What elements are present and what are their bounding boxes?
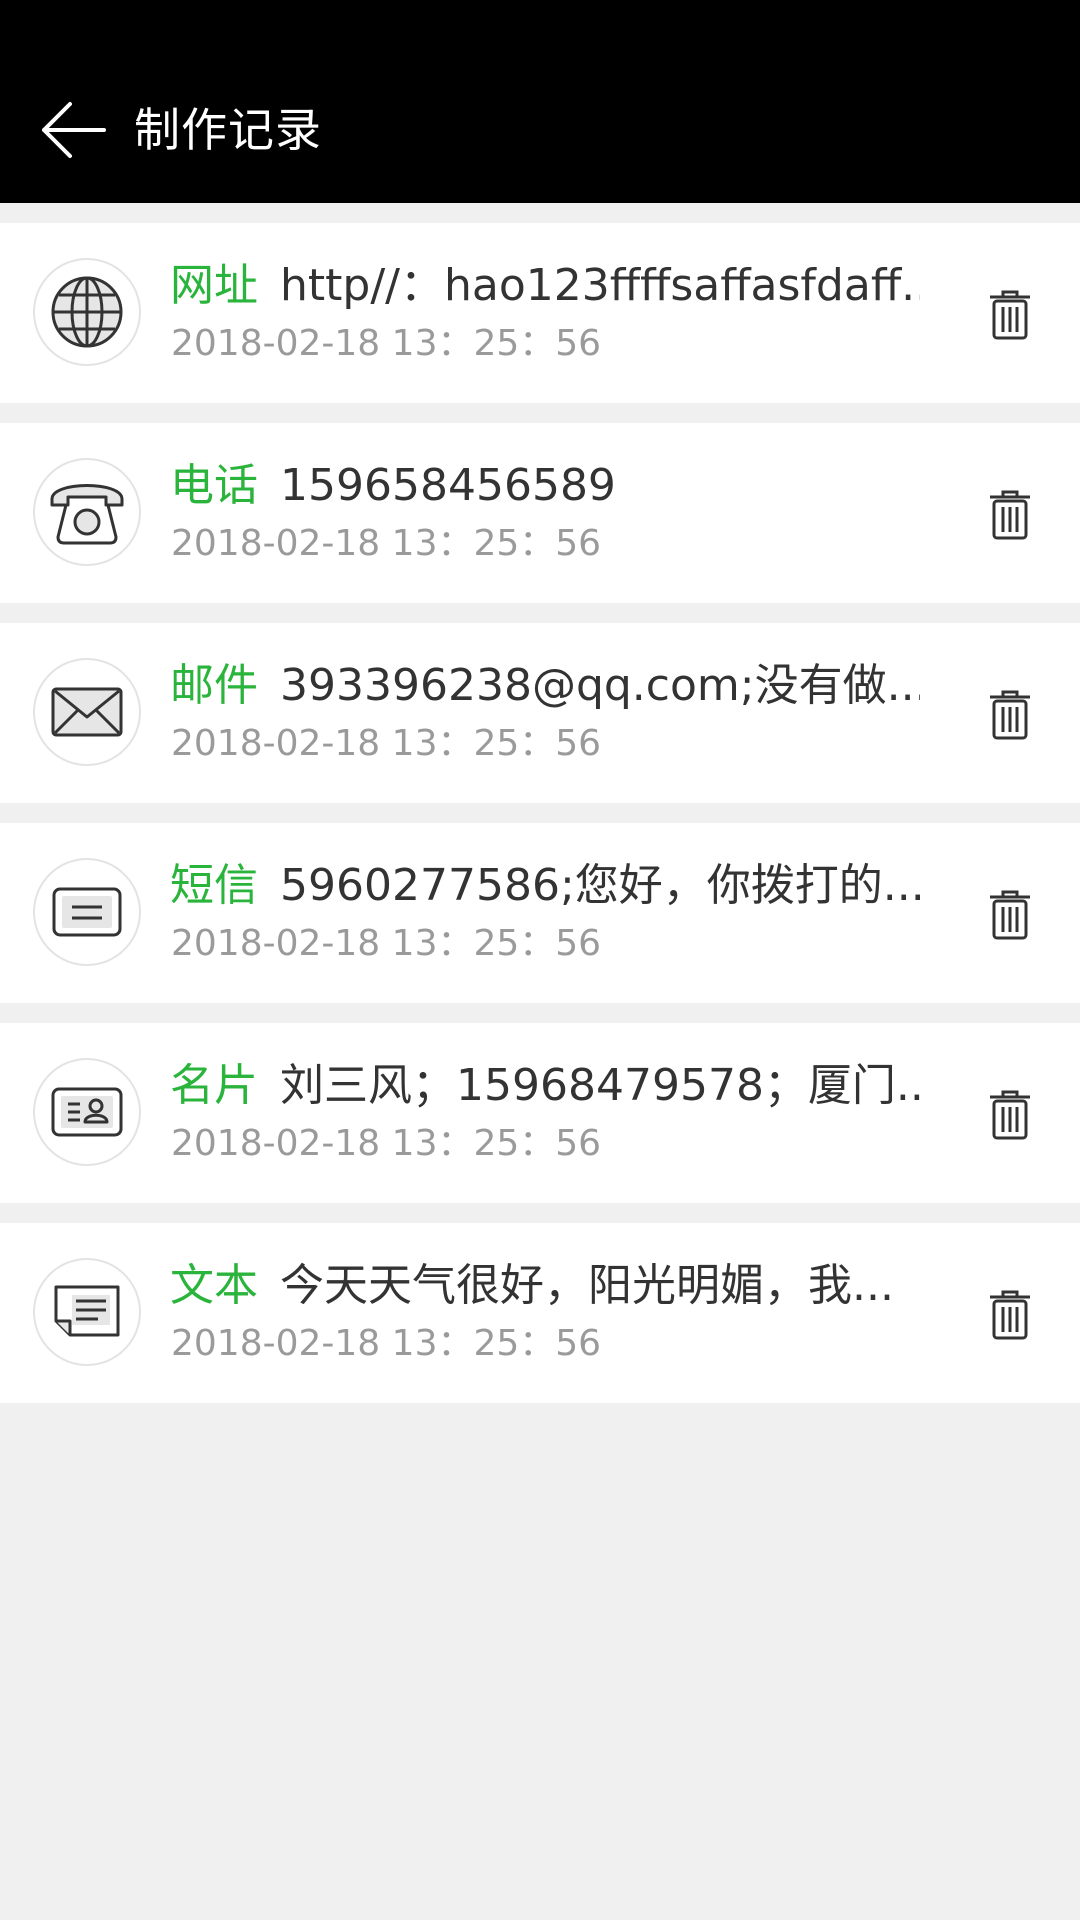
- delete-button[interactable]: [978, 683, 1042, 747]
- record-content: 159658456589: [280, 460, 616, 511]
- record-text: 名片 刘三风；15968479578；厦门...: [170, 1056, 920, 1116]
- record-icon-container: [33, 858, 141, 966]
- record-text: 文本 今天天气很好，阳光明媚，我...: [170, 1256, 920, 1316]
- trash-icon: [990, 490, 1030, 540]
- delete-button[interactable]: [978, 883, 1042, 947]
- record-time: 2018-02-18 13：25：56: [171, 523, 602, 564]
- record-type-label: 网址: [170, 260, 258, 311]
- app-header: 制作记录: [0, 0, 1080, 203]
- list-item[interactable]: 文本 今天天气很好，阳光明媚，我... 2018-02-18 13：25：56: [0, 1223, 1080, 1403]
- record-type-label: 电话: [170, 460, 258, 511]
- record-text: 网址 http//：hao123ffffsaffasfdaff...: [170, 256, 920, 316]
- record-time: 2018-02-18 13：25：56: [171, 1323, 602, 1364]
- delete-button[interactable]: [978, 1083, 1042, 1147]
- record-icon-container: [33, 1058, 141, 1166]
- list-item[interactable]: 电话 159658456589 2018-02-18 13：25：56: [0, 423, 1080, 603]
- record-type-label: 文本: [170, 1260, 258, 1311]
- record-list: 网址 http//：hao123ffffsaffasfdaff... 2018-0…: [0, 223, 1080, 1423]
- telephone-icon: [50, 484, 124, 545]
- business-card-icon: [51, 1087, 123, 1137]
- record-icon-container: [33, 1258, 141, 1366]
- record-text: 电话 159658456589: [170, 456, 920, 516]
- delete-button[interactable]: [978, 283, 1042, 347]
- list-item[interactable]: 短信 5960277586;您好，你拨打的... 2018-02-18 13：25…: [0, 823, 1080, 1003]
- list-item[interactable]: 名片 刘三风；15968479578；厦门... 2018-02-18 13：25…: [0, 1023, 1080, 1203]
- page-title: 制作记录: [134, 103, 322, 157]
- globe-icon: [51, 276, 123, 348]
- record-content: 5960277586;您好，你拨打的...: [280, 860, 920, 911]
- trash-icon: [990, 290, 1030, 340]
- envelope-icon: [51, 687, 123, 737]
- record-time: 2018-02-18 13：25：56: [171, 923, 602, 964]
- list-item[interactable]: 网址 http//：hao123ffffsaffasfdaff... 2018-0…: [0, 223, 1080, 403]
- record-type-label: 邮件: [170, 660, 258, 711]
- trash-icon: [990, 1090, 1030, 1140]
- record-time: 2018-02-18 13：25：56: [171, 723, 602, 764]
- record-content: 刘三风；15968479578；厦门...: [280, 1060, 920, 1111]
- record-time: 2018-02-18 13：25：56: [171, 1123, 602, 1164]
- back-button[interactable]: [18, 90, 128, 170]
- message-icon: [52, 887, 122, 937]
- record-time: 2018-02-18 13：25：56: [171, 323, 602, 364]
- record-content: 今天天气很好，阳光明媚，我...: [280, 1260, 894, 1311]
- record-icon-container: [33, 658, 141, 766]
- trash-icon: [990, 1290, 1030, 1340]
- trash-icon: [990, 690, 1030, 740]
- record-content: 393396238@qq.com;没有做...: [280, 660, 920, 711]
- record-text: 短信 5960277586;您好，你拨打的...: [170, 856, 920, 916]
- record-text: 邮件 393396238@qq.com;没有做...: [170, 656, 920, 716]
- trash-icon: [990, 890, 1030, 940]
- delete-button[interactable]: [978, 483, 1042, 547]
- record-type-label: 名片: [170, 1060, 258, 1111]
- record-content: http//：hao123ffffsaffasfdaff...: [280, 260, 920, 311]
- document-icon: [54, 1285, 120, 1337]
- arrow-left-icon: [42, 102, 106, 158]
- record-icon-container: [33, 458, 141, 566]
- delete-button[interactable]: [978, 1283, 1042, 1347]
- list-item[interactable]: 邮件 393396238@qq.com;没有做... 2018-02-18 13：…: [0, 623, 1080, 803]
- record-icon-container: [33, 258, 141, 366]
- record-type-label: 短信: [170, 860, 258, 911]
